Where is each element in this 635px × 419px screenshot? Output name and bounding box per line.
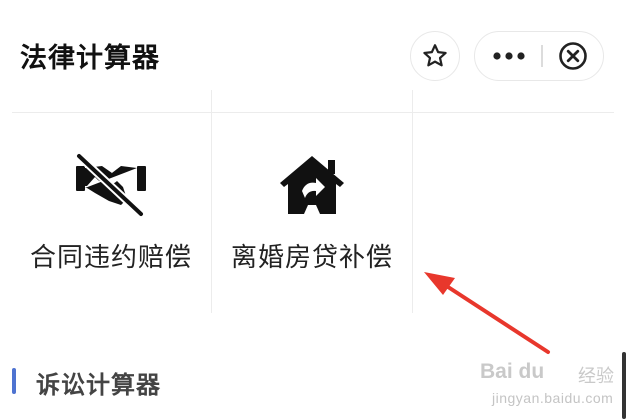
close-circle-icon	[559, 41, 587, 70]
grid-column-divider	[412, 90, 413, 313]
watermark-brand: 经验	[578, 366, 614, 387]
house-transfer-icon	[280, 156, 344, 214]
watermark-url: jingyan.baidu.com	[492, 390, 614, 406]
watermark: Bai du 经验 jingyan.baidu.com	[480, 360, 630, 415]
tool-label: 离婚房贷补偿	[230, 243, 393, 273]
more-icon	[493, 51, 525, 60]
more-button[interactable]	[475, 32, 543, 79]
page-title: 法律计算器	[20, 43, 160, 74]
star-icon	[423, 44, 447, 67]
mini-program-header: 法律计算器	[0, 0, 635, 96]
section-accent-bar	[12, 368, 16, 394]
close-button[interactable]	[543, 32, 603, 79]
tool-divorce-mortgage[interactable]: 离婚房贷补偿	[212, 113, 412, 313]
capsule-menu	[474, 31, 604, 81]
tool-label: 合同违约赔偿	[29, 243, 192, 273]
watermark-logo: Bai du	[480, 360, 545, 383]
favorite-button[interactable]	[410, 31, 460, 81]
broken-handshake-icon	[75, 153, 146, 217]
section-title: 诉讼计算器	[36, 371, 161, 399]
tool-contract-breach[interactable]: 合同违约赔偿	[11, 113, 211, 313]
